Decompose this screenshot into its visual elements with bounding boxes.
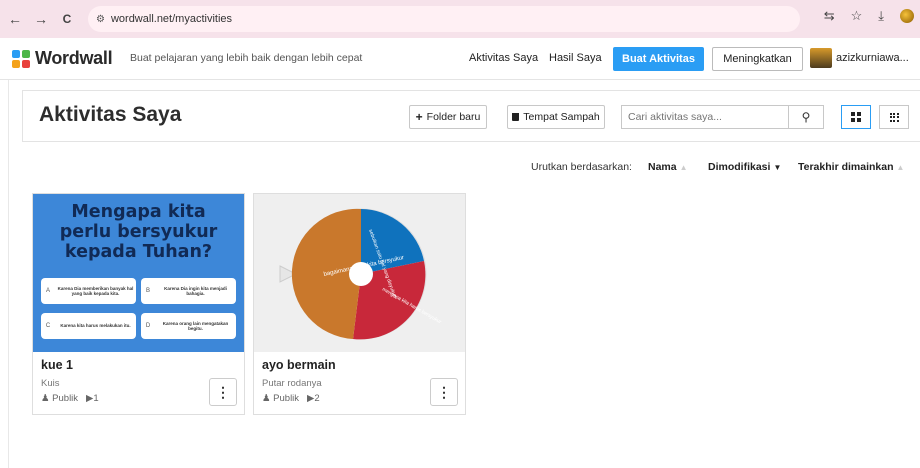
create-activity-button[interactable]: Buat Aktivitas bbox=[613, 47, 704, 71]
username: azizkurniawa... bbox=[836, 52, 909, 64]
plus-icon: + bbox=[415, 110, 423, 124]
logo-icon bbox=[12, 49, 30, 68]
option-text: Karena Dia memberikan banyak hal yang ba… bbox=[57, 285, 134, 297]
small-grid-icon bbox=[889, 112, 899, 122]
search-input[interactable] bbox=[621, 105, 788, 129]
trash-label: Tempat Sampah bbox=[523, 111, 600, 123]
reload-button[interactable]: C bbox=[56, 8, 78, 30]
url-text: wordwall.net/myactivities bbox=[110, 13, 233, 25]
visibility-label: Publik bbox=[273, 393, 300, 404]
site-info-icon[interactable]: ⚙ bbox=[96, 14, 105, 25]
activity-meta: ♟ Publik ▶1 bbox=[41, 393, 99, 404]
app-header: Wordwall Buat pelajaran yang lebih baik … bbox=[0, 38, 920, 80]
play-count-value: 2 bbox=[314, 393, 320, 404]
address-bar[interactable]: ⚙ wordwall.net/myactivities bbox=[88, 6, 800, 32]
trash-icon bbox=[512, 113, 520, 121]
quiz-question-line: perlu bersyukur bbox=[59, 222, 218, 242]
forward-button[interactable]: → bbox=[30, 8, 52, 30]
trash-button[interactable]: Tempat Sampah bbox=[507, 105, 605, 129]
sort-name-label: Nama bbox=[648, 161, 677, 173]
new-folder-button[interactable]: + Folder baru bbox=[409, 105, 487, 129]
back-button[interactable]: ← bbox=[4, 8, 26, 30]
sort-up-icon: ▲ bbox=[679, 163, 688, 172]
activity-type: Kuis bbox=[41, 378, 60, 389]
nav-my-activities[interactable]: Aktivitas Saya bbox=[469, 52, 538, 64]
more-vertical-icon: ⋮ bbox=[437, 383, 451, 400]
activity-meta: ♟ Publik ▶2 bbox=[262, 393, 320, 404]
avatar bbox=[810, 48, 832, 68]
activity-name[interactable]: kue 1 bbox=[41, 358, 73, 372]
sort-by-name[interactable]: Nama ▲ bbox=[648, 161, 688, 173]
play-count-value: 1 bbox=[93, 393, 99, 404]
search-button[interactable]: ⚲ bbox=[788, 105, 824, 129]
bookmark-star-icon[interactable]: ☆ bbox=[851, 8, 863, 24]
sort-last-played-label: Terakhir dimainkan bbox=[798, 161, 894, 173]
quiz-option: C Karena kita harus melakukan itu. bbox=[41, 313, 136, 339]
search-icon: ⚲ bbox=[801, 110, 811, 124]
activities-toolbar: Aktivitas Saya + Folder baru Tempat Samp… bbox=[22, 90, 920, 142]
wheel-thumbnail-bg: bagaimana cara kita bersyukur sebutkan s… bbox=[254, 194, 465, 352]
wordwall-logo[interactable]: Wordwall bbox=[12, 48, 113, 69]
option-text: Karena Dia ingin kita menjadi bahagia. bbox=[164, 285, 227, 297]
sort-modified-label: Dimodifikasi bbox=[708, 161, 771, 173]
quiz-question-line: Mengapa kita bbox=[71, 202, 206, 222]
visibility-label: Publik bbox=[52, 393, 79, 404]
visibility: ♟ Publik bbox=[262, 393, 299, 404]
download-icon[interactable]: ⤓ bbox=[878, 8, 884, 24]
sort-by-modified[interactable]: Dimodifikasi ▼ bbox=[708, 161, 781, 173]
tagline: Buat pelajaran yang lebih baik dengan le… bbox=[130, 52, 363, 64]
browser-toolbar: ← → C ⚙ wordwall.net/myactivities ⇆ ☆ ⤓ bbox=[0, 0, 920, 38]
browser-profile-icon[interactable] bbox=[900, 9, 914, 23]
play-count: ▶1 bbox=[86, 393, 99, 404]
option-letter: B bbox=[145, 288, 150, 294]
translate-icon[interactable]: ⇆ bbox=[824, 8, 835, 24]
activity-thumbnail[interactable]: Mengapa kita perlu bersyukur kepada Tuha… bbox=[33, 194, 244, 352]
activity-card[interactable]: Mengapa kita perlu bersyukur kepada Tuha… bbox=[32, 193, 245, 415]
option-text: Karena orang lain mengatakan begitu. bbox=[162, 320, 229, 332]
content-border bbox=[8, 80, 9, 468]
logo-text: Wordwall bbox=[35, 48, 113, 68]
sort-down-icon: ▼ bbox=[773, 163, 782, 172]
people-icon: ♟ bbox=[41, 393, 50, 404]
card-menu-button[interactable]: ⋮ bbox=[430, 378, 458, 406]
activity-card[interactable]: bagaimana cara kita bersyukur sebutkan s… bbox=[253, 193, 466, 415]
quiz-option: A Karena Dia memberikan banyak hal yang … bbox=[41, 278, 136, 304]
grid-view-button[interactable] bbox=[841, 105, 871, 129]
sort-label: Urutkan berdasarkan: bbox=[531, 161, 632, 173]
quiz-question: Mengapa kita perlu bersyukur kepada Tuha… bbox=[33, 202, 244, 262]
option-letter: A bbox=[45, 288, 50, 294]
activity-type: Putar rodanya bbox=[262, 378, 322, 389]
page-title: Aktivitas Saya bbox=[39, 103, 182, 126]
sort-up-icon: ▲ bbox=[896, 163, 905, 172]
option-text: Karena kita harus melakukan itu. bbox=[60, 323, 131, 329]
quiz-thumbnail-bg: Mengapa kita perlu bersyukur kepada Tuha… bbox=[33, 194, 244, 352]
large-grid-icon bbox=[851, 112, 861, 122]
spin-wheel: bagaimana cara kita bersyukur sebutkan s… bbox=[279, 208, 443, 340]
quiz-option: D Karena orang lain mengatakan begitu. bbox=[141, 313, 236, 339]
people-icon: ♟ bbox=[262, 393, 271, 404]
play-count: ▶2 bbox=[307, 393, 320, 404]
quiz-question-line: kepada Tuhan? bbox=[64, 242, 213, 262]
compact-view-button[interactable] bbox=[879, 105, 909, 129]
nav-my-results[interactable]: Hasil Saya bbox=[549, 52, 602, 64]
card-menu-button[interactable]: ⋮ bbox=[209, 378, 237, 406]
visibility: ♟ Publik bbox=[41, 393, 78, 404]
upgrade-button[interactable]: Meningkatkan bbox=[712, 47, 803, 71]
quiz-option: B Karena Dia ingin kita menjadi bahagia. bbox=[141, 278, 236, 304]
activity-name[interactable]: ayo bermain bbox=[262, 358, 336, 372]
user-menu[interactable]: azizkurniawa... bbox=[810, 48, 909, 68]
new-folder-label: Folder baru bbox=[426, 111, 481, 123]
option-letter: D bbox=[145, 323, 151, 329]
option-letter: C bbox=[45, 323, 51, 329]
activity-thumbnail[interactable]: bagaimana cara kita bersyukur sebutkan s… bbox=[254, 194, 465, 352]
sort-by-last-played[interactable]: Terakhir dimainkan ▲ bbox=[798, 161, 904, 173]
more-vertical-icon: ⋮ bbox=[216, 383, 230, 400]
